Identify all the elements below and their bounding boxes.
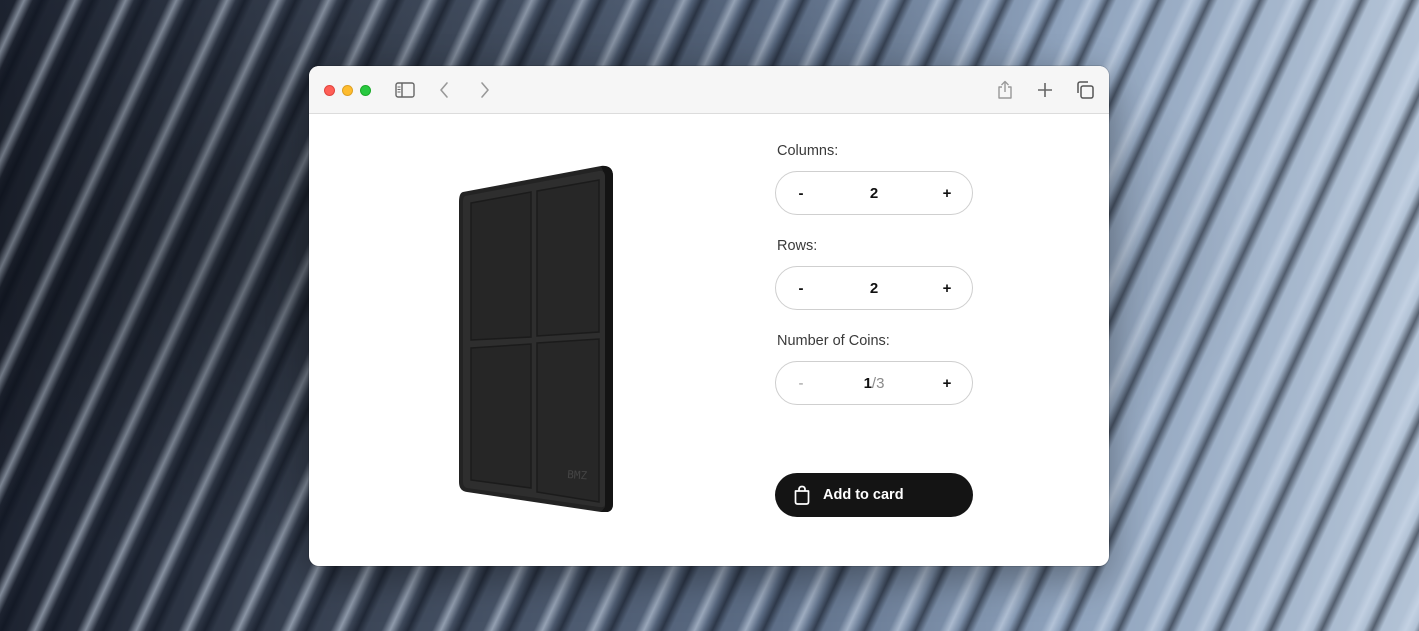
coins-decrement-button[interactable]: - xyxy=(776,362,826,404)
new-tab-icon[interactable] xyxy=(1033,78,1057,102)
rows-label: Rows: xyxy=(777,238,818,254)
forward-icon[interactable] xyxy=(473,78,497,102)
share-icon[interactable] xyxy=(993,78,1017,102)
coins-increment-button[interactable]: + xyxy=(922,362,972,404)
rows-value: 2 xyxy=(869,279,879,297)
sidebar-toggle-icon[interactable] xyxy=(393,78,417,102)
coins-label: Number of Coins: xyxy=(777,333,890,349)
product-image: BMZ xyxy=(449,152,629,513)
close-window-button[interactable] xyxy=(324,85,335,96)
tray-engraving: BMZ xyxy=(567,468,588,482)
page-content: BMZ Columns: - 2 + Rows: - 2 + Number of… xyxy=(309,114,1109,566)
zoom-window-button[interactable] xyxy=(360,85,371,96)
add-to-cart-label: Add to card xyxy=(823,487,904,503)
browser-window: BMZ Columns: - 2 + Rows: - 2 + Number of… xyxy=(309,66,1109,566)
coins-value: 1/3 xyxy=(826,375,922,392)
columns-decrement-button[interactable]: - xyxy=(776,172,826,214)
coins-stepper: - 1/3 + xyxy=(775,361,973,405)
columns-label: Columns: xyxy=(777,143,839,159)
coins-current: 1 xyxy=(863,374,872,392)
back-icon[interactable] xyxy=(432,78,456,102)
columns-increment-button[interactable]: + xyxy=(922,172,972,214)
rows-increment-button[interactable]: + xyxy=(922,267,972,309)
tab-overview-icon[interactable] xyxy=(1073,78,1097,102)
rows-stepper: - 2 + xyxy=(775,266,973,310)
shopping-bag-icon xyxy=(793,485,811,505)
coins-max: 3 xyxy=(876,374,885,392)
columns-value: 2 xyxy=(869,184,879,202)
minimize-window-button[interactable] xyxy=(342,85,353,96)
rows-decrement-button[interactable]: - xyxy=(776,267,826,309)
add-to-cart-button[interactable]: Add to card xyxy=(775,473,973,517)
browser-toolbar xyxy=(309,66,1109,114)
columns-stepper: - 2 + xyxy=(775,171,973,215)
